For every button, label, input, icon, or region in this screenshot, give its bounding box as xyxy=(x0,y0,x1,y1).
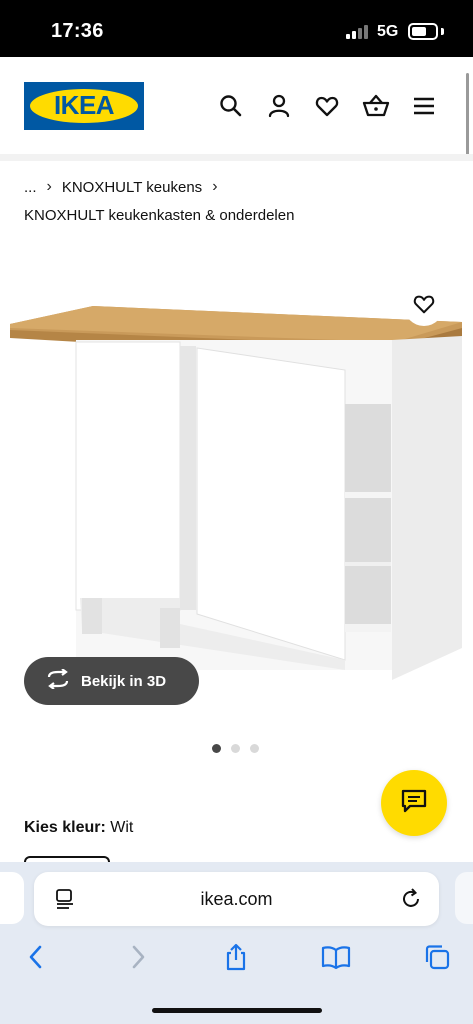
ikea-logo[interactable]: IKEA xyxy=(24,82,144,130)
next-tab-preview[interactable] xyxy=(455,872,473,924)
color-selector: Kies kleur: Wit xyxy=(24,819,133,837)
carousel-dot[interactable] xyxy=(250,744,259,753)
account-icon[interactable] xyxy=(266,93,292,119)
browser-toolbar: ikea.com xyxy=(0,862,473,1024)
reload-icon[interactable] xyxy=(400,888,422,910)
page-scrollbar[interactable] xyxy=(466,73,469,159)
forward-icon[interactable] xyxy=(122,942,152,972)
product-image[interactable] xyxy=(0,278,473,698)
heart-icon[interactable] xyxy=(314,93,340,119)
breadcrumb-ellipsis[interactable]: ... xyxy=(24,179,37,196)
share-icon[interactable] xyxy=(221,942,251,972)
color-label: Kies kleur: xyxy=(24,819,106,836)
previous-tab-preview[interactable] xyxy=(0,872,24,924)
carousel-dots xyxy=(212,744,269,753)
status-time: 17:36 xyxy=(51,20,104,42)
network-label: 5G xyxy=(377,23,399,40)
carousel-dot[interactable] xyxy=(212,744,221,753)
rotate-icon xyxy=(45,667,71,694)
address-bar[interactable]: ikea.com xyxy=(34,872,439,926)
url-text: ikea.com xyxy=(200,889,273,909)
view-in-3d-label: Bekijk in 3D xyxy=(81,672,167,690)
view-in-3d-button[interactable]: Bekijk in 3D xyxy=(24,657,199,705)
header-divider xyxy=(0,154,473,161)
site-header: IKEA xyxy=(0,57,473,159)
heart-icon xyxy=(412,293,436,320)
logo-text: IKEA xyxy=(53,90,115,120)
chevron-right-icon: › xyxy=(46,178,52,195)
breadcrumb: ... › KNOXHULT keukens › xyxy=(24,178,228,196)
home-indicator[interactable] xyxy=(152,1008,322,1013)
breadcrumb-current[interactable]: KNOXHULT keukenkasten & onderdelen xyxy=(24,207,294,224)
tabs-icon[interactable] xyxy=(422,942,452,972)
back-icon[interactable] xyxy=(22,942,52,972)
signal-icon xyxy=(346,25,370,39)
menu-icon[interactable] xyxy=(412,93,438,119)
breadcrumb-item-knoxhult-keukens[interactable]: KNOXHULT keukens xyxy=(62,179,202,196)
chat-button[interactable] xyxy=(381,770,447,836)
color-value: Wit xyxy=(110,819,134,836)
chevron-right-icon: › xyxy=(212,178,218,195)
status-bar: 17:36 5G xyxy=(0,0,473,57)
chat-icon xyxy=(400,788,428,819)
favorite-button[interactable] xyxy=(404,286,444,326)
bookmarks-icon[interactable] xyxy=(321,942,351,972)
search-icon[interactable] xyxy=(218,93,244,119)
battery-icon xyxy=(408,23,438,40)
battery-cap xyxy=(441,28,444,35)
basket-icon[interactable] xyxy=(362,93,390,119)
carousel-dot[interactable] xyxy=(231,744,240,753)
